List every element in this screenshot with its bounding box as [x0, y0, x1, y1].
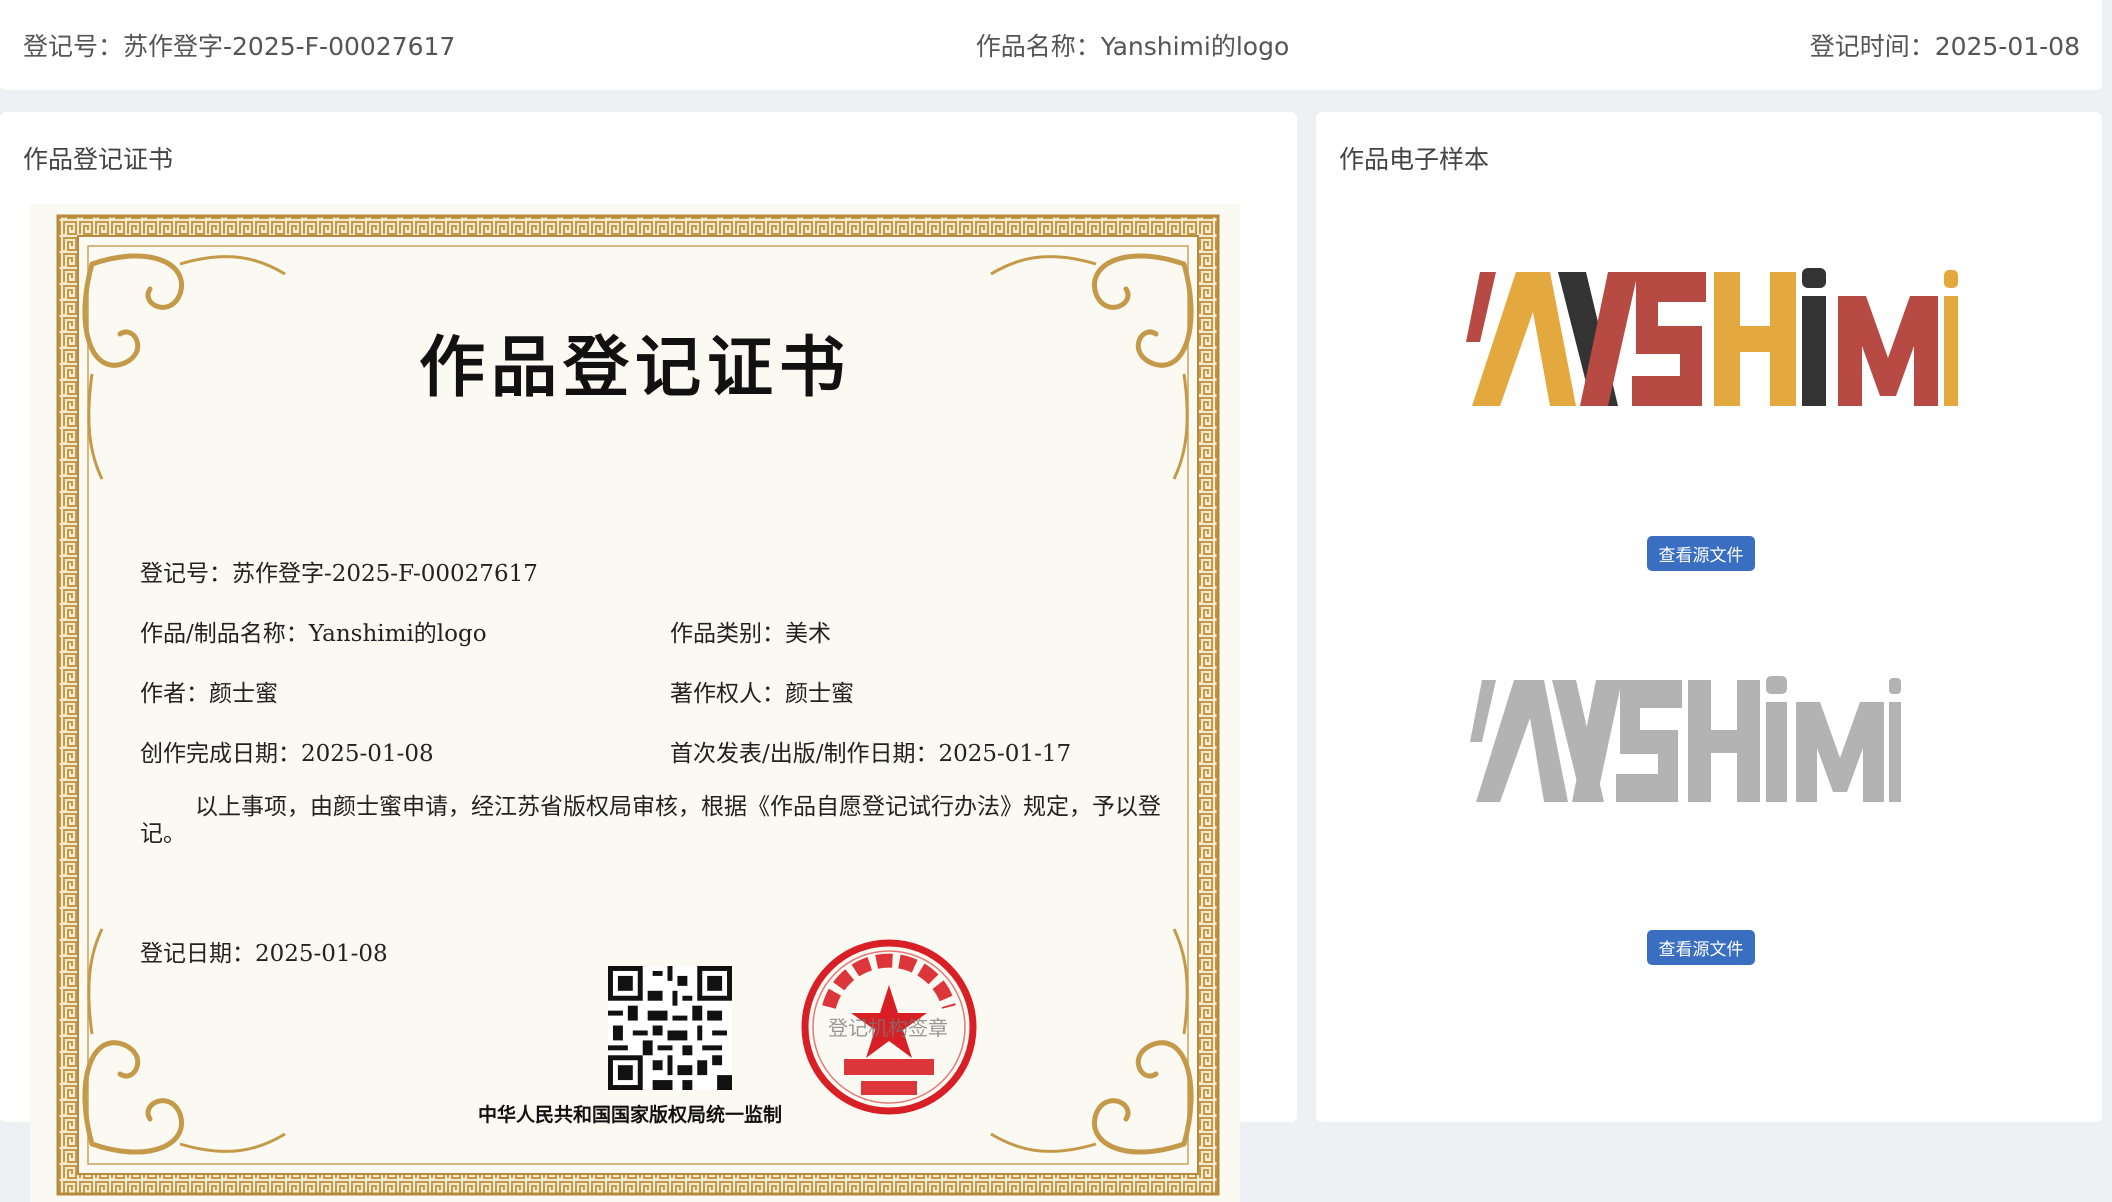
- view-source-button-1[interactable]: 查看源文件: [1647, 536, 1755, 571]
- certificate-image: 作品登记证书 登记号：苏作登字-2025-F-00027617 作品/制品名称：…: [30, 204, 1240, 1202]
- certificate-work-category: 作品类别：美术: [670, 621, 831, 647]
- certificate-heading: 作品登记证书: [419, 328, 851, 406]
- seal-label: 登记机构签章: [828, 1016, 948, 1040]
- certificate-statement: 以上事项，由颜士蜜申请，经江苏省版权局审核，根据《作品自愿登记试行办法》规定，予…: [140, 794, 1161, 847]
- header-work-name: 作品名称：Yanshimi的logo: [975, 32, 1290, 61]
- certificate-reg-no: 登记号：苏作登字-2025-F-00027617: [140, 561, 538, 587]
- certificate-copyright-owner: 著作权人：颜士蜜: [670, 681, 854, 707]
- sample-panel: 作品电子样本 查看源文件 查看源文件: [1316, 112, 2102, 1122]
- certificate-panel-title: 作品登记证书: [23, 145, 174, 174]
- qr-code-icon: [608, 966, 732, 1090]
- certificate-reg-date: 登记日期：2025-01-08: [140, 941, 388, 967]
- certificate-publication-date: 首次发表/出版/制作日期：2025-01-17: [670, 741, 1072, 767]
- certificate-creation-date: 创作完成日期：2025-01-08: [140, 741, 434, 767]
- certificate-footer: 中华人民共和国国家版权局统一监制: [478, 1104, 783, 1126]
- sample-panel-title: 作品电子样本: [1339, 145, 1490, 174]
- color-logo-image: [1466, 268, 1958, 406]
- header-reg-time: 登记时间：2025-01-08: [1809, 32, 2080, 61]
- certificate-author: 作者：颜士蜜: [140, 681, 278, 707]
- certificate-work-name: 作品/制品名称：Yanshimi的logo: [140, 621, 487, 647]
- header-reg-no: 登记号：苏作登字-2025-F-00027617: [23, 32, 456, 61]
- gray-logo-image: [1470, 676, 1901, 802]
- registration-header: 登记号：苏作登字-2025-F-00027617 作品名称：Yanshimi的l…: [0, 0, 2102, 90]
- certificate-panel: 作品登记证书 作品登记证书 登记号：苏作登字-2025-F-00027617 作…: [0, 112, 1297, 1202]
- view-source-button-2[interactable]: 查看源文件: [1647, 930, 1755, 965]
